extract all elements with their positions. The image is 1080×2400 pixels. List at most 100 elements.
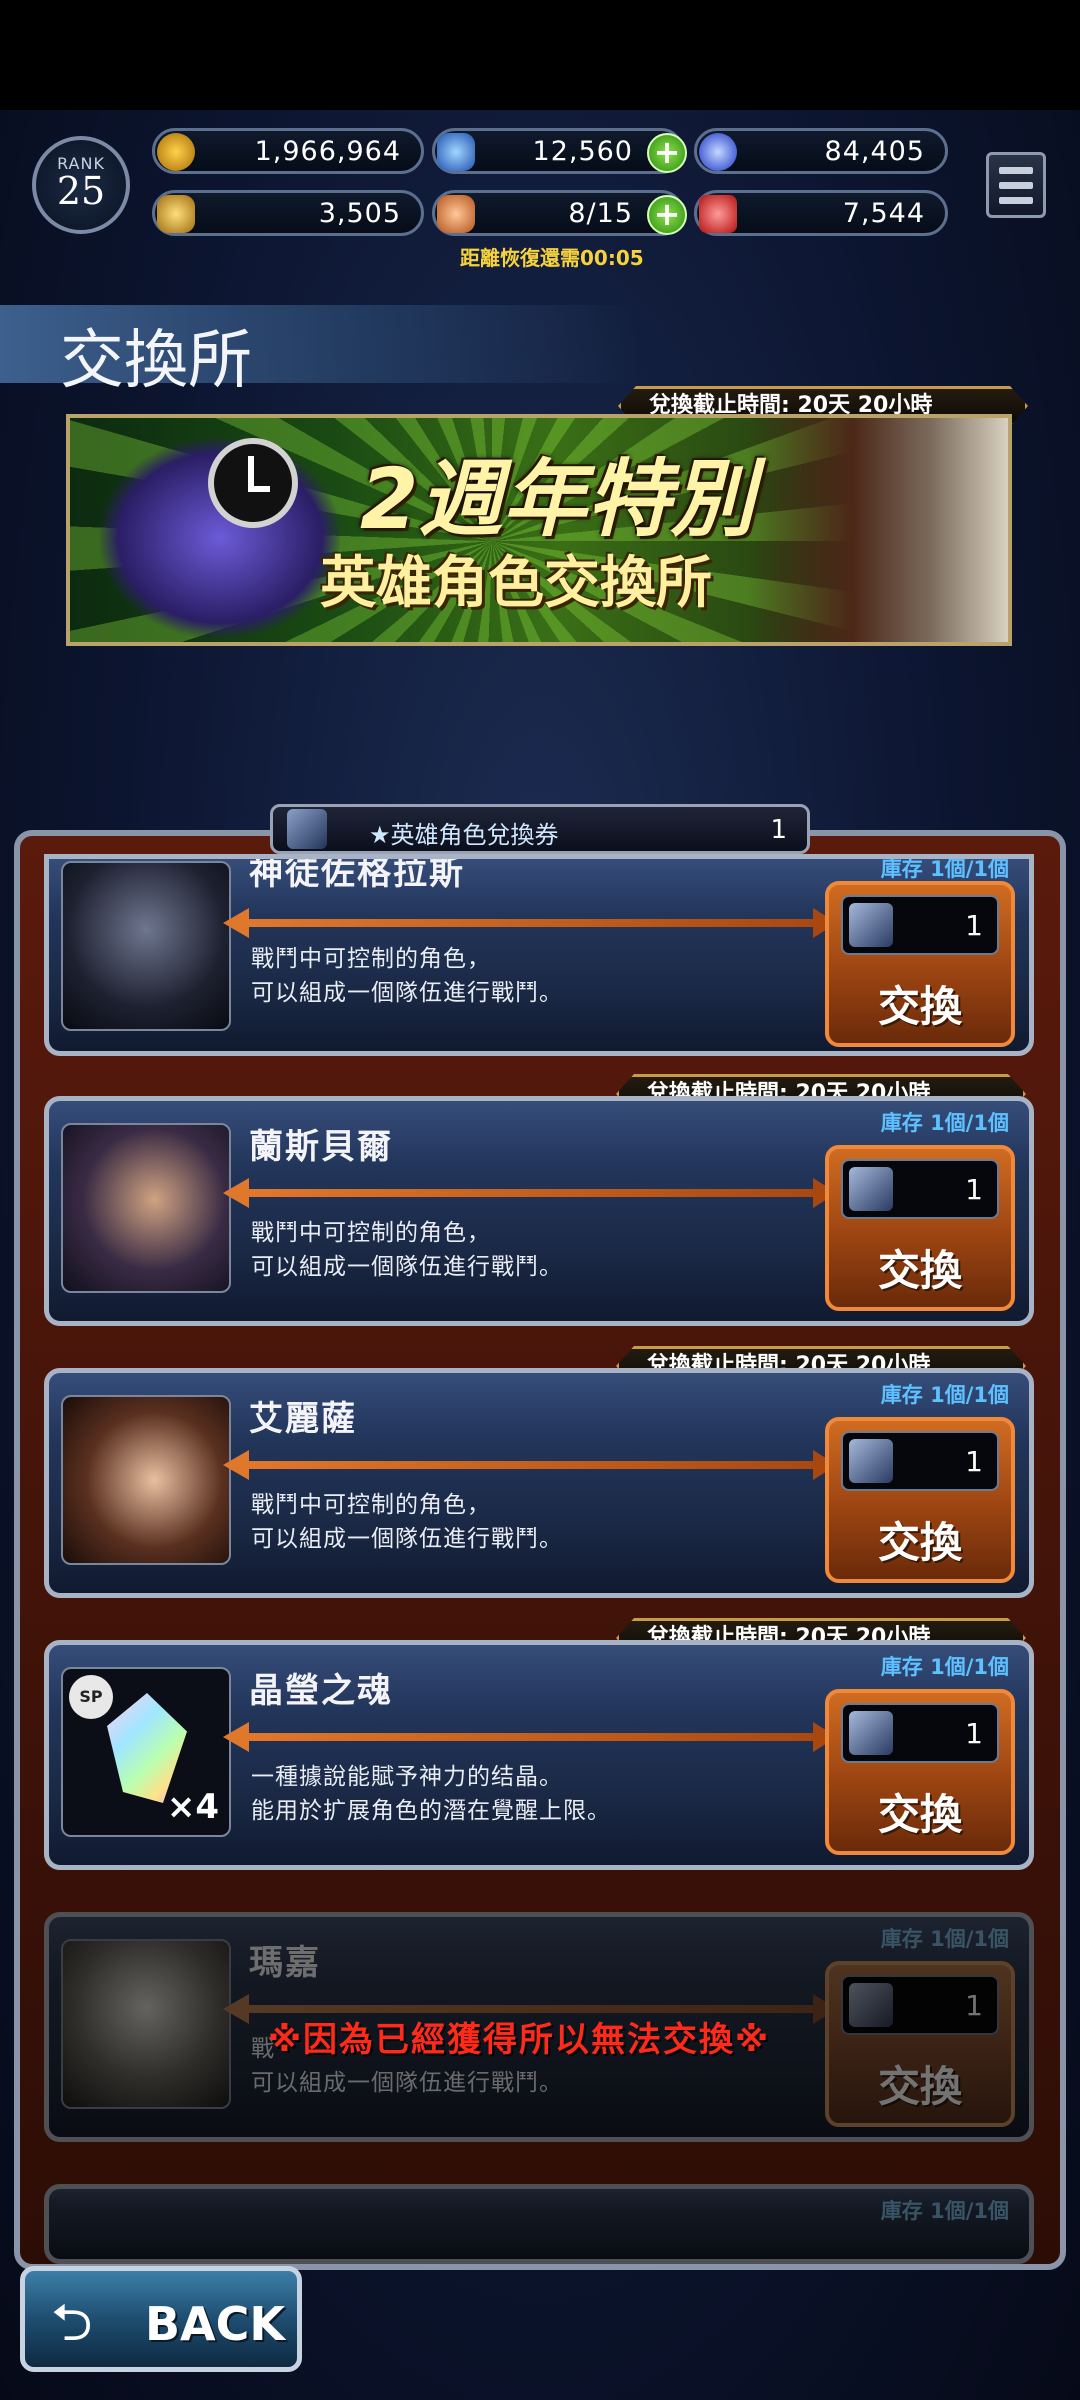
gil-counter: 1,966,964: [152, 128, 424, 174]
cost-value: 1: [965, 1173, 983, 1206]
item-description: 可以組成一個隊伍進行戰鬥。: [251, 980, 563, 1006]
trophy-counter: 3,505: [152, 190, 424, 236]
ticket-count: 1: [770, 815, 787, 845]
character-portrait: [61, 1123, 231, 1293]
crystal-icon: [437, 133, 475, 171]
exchange-button[interactable]: 1 交換: [825, 1689, 1015, 1855]
sp-badge: SP: [69, 1675, 113, 1719]
character-portrait: [61, 1939, 231, 2109]
ticket-icon: [849, 903, 893, 947]
trophy-icon: [157, 195, 195, 233]
rank-badge: RANK 25: [32, 136, 130, 234]
exchange-button[interactable]: 1 交換: [825, 1417, 1015, 1583]
exchange-label: 交換: [877, 1246, 962, 1295]
exchange-label: 交換: [877, 1790, 962, 1839]
arrow-icon: [223, 1722, 837, 1752]
page-title-bar: 交換所: [0, 305, 640, 398]
ticket-counter: ★英雄角色兌換券 1: [270, 804, 810, 854]
red-currency-value: 7,544: [842, 198, 925, 229]
stamina-value: 8/15: [568, 198, 633, 229]
character-portrait: [61, 1395, 231, 1565]
trophy-value: 3,505: [318, 198, 401, 229]
red-currency-counter: 7,544: [694, 190, 948, 236]
stamina-counter: 8/15 +: [432, 190, 687, 236]
menu-bar-icon: [999, 182, 1033, 189]
event-banner[interactable]: 2週年特別 英雄角色交換所: [66, 414, 1012, 646]
page-title: 交換所: [60, 324, 252, 398]
menu-button[interactable]: [986, 152, 1046, 218]
exchange-label: 交換: [877, 982, 962, 1031]
exchange-item: 艾麗薩 戰鬥中可控制的角色， 可以組成一個隊伍進行戰鬥。 庫存 1個/1個 1 …: [44, 1368, 1034, 1598]
arrow-icon: [223, 1450, 837, 1480]
stock-label: 庫存 1個/1個: [880, 1111, 1009, 1135]
exchange-item: 庫存 1個/1個: [44, 2184, 1034, 2264]
crystal-soul-icon: SP ×4: [61, 1667, 231, 1837]
banner-title: 2週年特別: [360, 450, 755, 548]
cost-box: 1: [841, 1703, 999, 1763]
rank-value: 25: [56, 169, 106, 213]
item-description: 可以組成一個隊伍進行戰鬥。: [251, 1526, 563, 1552]
exchange-button: 1 交換: [825, 1961, 1015, 2127]
item-name: 神徒佐格拉斯: [249, 854, 465, 893]
stock-label: 庫存 1個/1個: [880, 1655, 1009, 1679]
cost-value: 1: [965, 1717, 983, 1750]
orb-value: 84,405: [824, 136, 925, 167]
item-description: 戰鬥中可控制的角色，: [251, 1220, 491, 1246]
back-label: BACK: [145, 2297, 286, 2351]
exchange-button[interactable]: 1 交換: [825, 1145, 1015, 1311]
item-name: 蘭斯貝爾: [249, 1127, 393, 1167]
item-name: 瑪嘉: [249, 1943, 321, 1983]
already-owned-warning: ※因為已經獲得所以無法交換※: [268, 2020, 771, 2060]
cost-value: 1: [965, 1989, 983, 2022]
item-quantity: ×4: [166, 1787, 219, 1827]
item-description: 可以組成一個隊伍進行戰鬥。: [251, 1254, 563, 1280]
add-stamina-button[interactable]: +: [647, 195, 687, 235]
menu-bar-icon: [999, 167, 1033, 174]
cost-value: 1: [965, 1445, 983, 1478]
add-crystal-button[interactable]: +: [647, 133, 687, 173]
item-description: 能用於扩展角色的潛在覺醒上限。: [251, 1798, 611, 1824]
back-arrow-icon: ⮌: [51, 2293, 93, 2353]
gil-value: 1,966,964: [254, 136, 401, 167]
arrow-icon: [223, 1178, 837, 1208]
exchange-item: 蘭斯貝爾 戰鬥中可控制的角色， 可以組成一個隊伍進行戰鬥。 庫存 1個/1個 1…: [44, 1096, 1034, 1326]
blue-orb-icon: [699, 133, 737, 171]
item-description: 可以組成一個隊伍進行戰鬥。: [251, 2070, 563, 2096]
item-name: 晶瑩之魂: [249, 1671, 393, 1711]
exchange-label: 交換: [877, 1518, 962, 1567]
cost-box: 1: [841, 895, 999, 955]
ticket-icon: [849, 1439, 893, 1483]
banner-subtitle: 英雄角色交換所: [320, 551, 712, 616]
ticket-name: ★英雄角色兌換券: [369, 821, 559, 849]
ticket-icon: [849, 1983, 893, 2027]
cost-value: 1: [965, 909, 983, 942]
cost-box: 1: [841, 1431, 999, 1491]
ticket-icon: [849, 1167, 893, 1211]
item-description: 戰鬥中可控制的角色，: [251, 946, 491, 972]
banner-heroes-art: [748, 418, 1008, 642]
exchange-label: 交換: [877, 2062, 962, 2111]
status-bar: [0, 0, 1080, 110]
menu-bar-icon: [999, 197, 1033, 204]
stock-label: 庫存 1個/1個: [880, 1927, 1009, 1951]
ticket-icon: [849, 1711, 893, 1755]
crystal-counter: 12,560 +: [432, 128, 687, 174]
red-gem-icon: [699, 195, 737, 233]
stock-label: 庫存 1個/1個: [880, 1383, 1009, 1407]
exchange-item: SP ×4 晶瑩之魂 一種據說能賦予神力的结晶。 能用於扩展角色的潛在覺醒上限。…: [44, 1640, 1034, 1870]
stamina-icon: [437, 195, 475, 233]
exchange-button[interactable]: 1 交換: [825, 881, 1015, 1047]
cost-box: 1: [841, 1159, 999, 1219]
arrow-icon: [223, 908, 837, 938]
clock-icon: [208, 438, 298, 528]
crystal-value: 12,560: [532, 136, 633, 167]
item-description: 戰鬥中可控制的角色，: [251, 1492, 491, 1518]
orb-counter: 84,405: [694, 128, 948, 174]
cost-box: 1: [841, 1975, 999, 2035]
back-button[interactable]: ⮌ BACK: [20, 2266, 302, 2372]
recovery-timer: 距離恢復還需00:05: [460, 246, 644, 270]
item-description: 一種據說能賦予神力的结晶。: [251, 1764, 563, 1790]
gil-coin-icon: [157, 133, 195, 171]
stock-label: 庫存 1個/1個: [880, 857, 1009, 881]
character-portrait: [61, 861, 231, 1031]
